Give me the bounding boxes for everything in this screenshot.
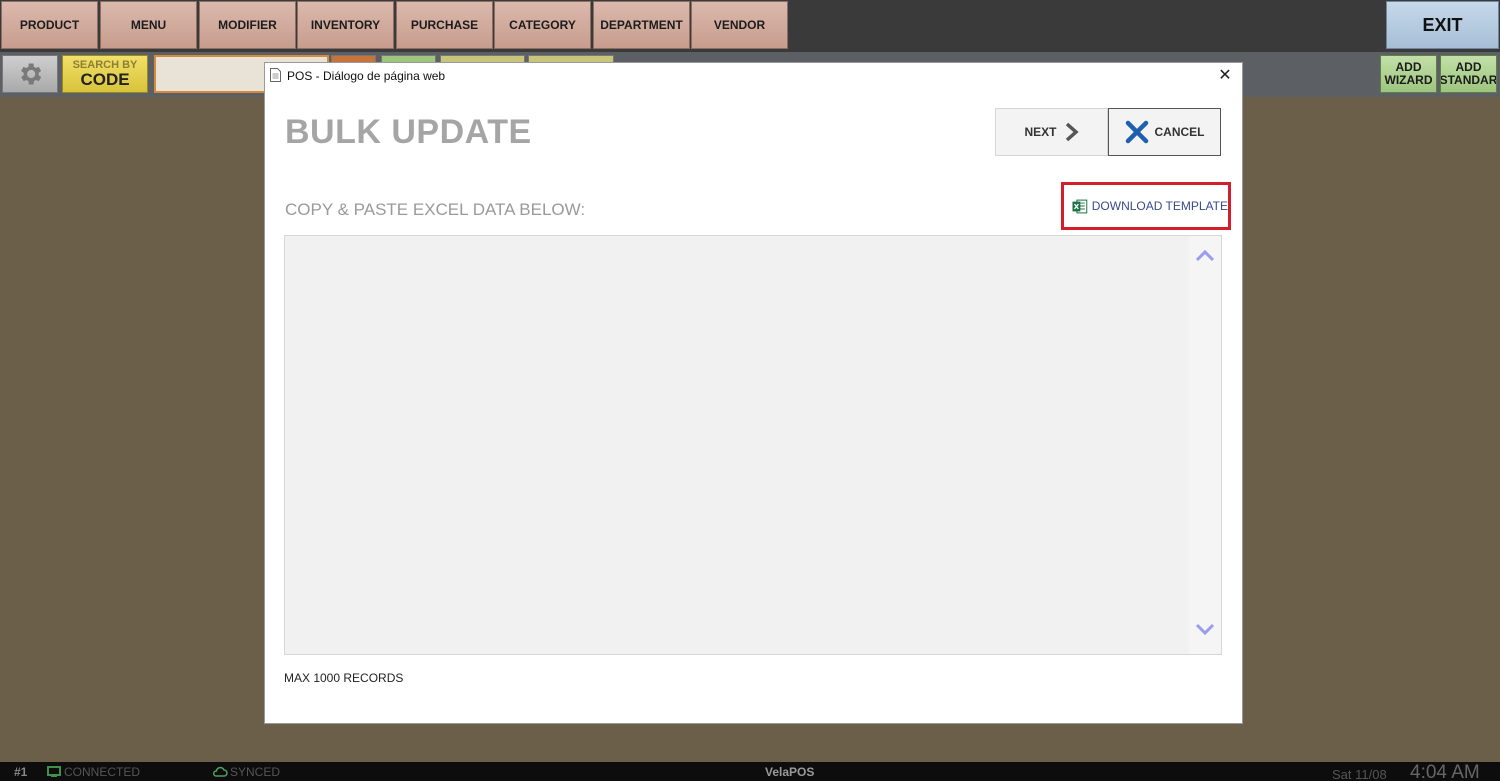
nav-purchase-button[interactable]: PURCHASE <box>396 1 493 49</box>
page-icon <box>270 68 281 82</box>
excel-paste-textarea[interactable] <box>284 235 1222 655</box>
excel-icon <box>1072 199 1088 213</box>
terminal-number: #1 <box>14 765 28 779</box>
paste-instructions-label: COPY & PASTE EXCEL DATA BELOW: <box>285 200 586 219</box>
download-template-label: DOWNLOAD TEMPLATE <box>1091 199 1228 213</box>
add-wizard-button[interactable]: ADD WIZARD <box>1380 55 1437 93</box>
cancel-button[interactable]: CANCEL <box>1108 108 1221 156</box>
add-standard-button[interactable]: ADD STANDAR <box>1440 55 1497 93</box>
cancel-label: CANCEL <box>1154 125 1205 139</box>
close-icon <box>1125 120 1148 144</box>
connection-status: CONNECTED <box>64 765 141 779</box>
next-button[interactable]: NEXT <box>995 108 1108 156</box>
chevron-down-icon[interactable] <box>1195 623 1215 637</box>
search-by-value: CODE <box>80 70 130 89</box>
nav-vendor-button[interactable]: VENDOR <box>691 1 788 49</box>
status-time: 4:04 AM <box>1410 762 1480 781</box>
nav-category-button[interactable]: CATEGORY <box>494 1 591 49</box>
chevron-up-icon[interactable] <box>1195 248 1215 262</box>
bulk-update-dialog: POS - Diálogo de página web ✕ BULK UPDAT… <box>265 63 1242 723</box>
dialog-window-title: POS - Diálogo de página web <box>287 69 446 83</box>
nav-modifier-button[interactable]: MODIFIER <box>199 1 296 49</box>
nav-department-button[interactable]: DEPARTMENT <box>593 1 690 49</box>
nav-menu-button[interactable]: MENU <box>100 1 197 49</box>
nav-product-button[interactable]: PRODUCT <box>1 1 98 49</box>
cloud-icon <box>212 766 228 777</box>
next-label: NEXT <box>1024 125 1057 139</box>
top-nav-bar: PRODUCT MENU MODIFIER INVENTORY PURCHASE… <box>0 0 1500 52</box>
max-records-note: MAX 1000 RECORDS <box>284 671 404 685</box>
exit-button[interactable]: EXIT <box>1386 1 1499 49</box>
gear-icon <box>21 63 42 85</box>
app-name: VelaPOS <box>765 765 815 779</box>
add-wizard-line2: WIZARD <box>1384 73 1433 87</box>
download-template-link[interactable]: DOWNLOAD TEMPLATE <box>1061 182 1231 230</box>
add-standard-line2: STANDAR <box>1440 73 1497 87</box>
settings-button[interactable] <box>2 55 58 93</box>
search-by-toggle[interactable]: SEARCH BY CODE <box>62 55 148 93</box>
textarea-scrollbar[interactable] <box>1189 236 1221 654</box>
page-title: BULK UPDATE <box>285 113 532 151</box>
chevron-right-icon <box>1065 122 1079 142</box>
dialog-close-button[interactable]: ✕ <box>1215 67 1235 85</box>
status-bar: #1 CONNECTED SYNCED VelaPOS Sat 11/08 4:… <box>0 762 1500 781</box>
sync-status: SYNCED <box>230 765 281 779</box>
status-date: Sat 11/08 <box>1332 767 1387 781</box>
nav-inventory-button[interactable]: INVENTORY <box>297 1 394 49</box>
dialog-titlebar: POS - Diálogo de página web ✕ <box>265 63 1242 89</box>
network-icon <box>47 766 61 777</box>
